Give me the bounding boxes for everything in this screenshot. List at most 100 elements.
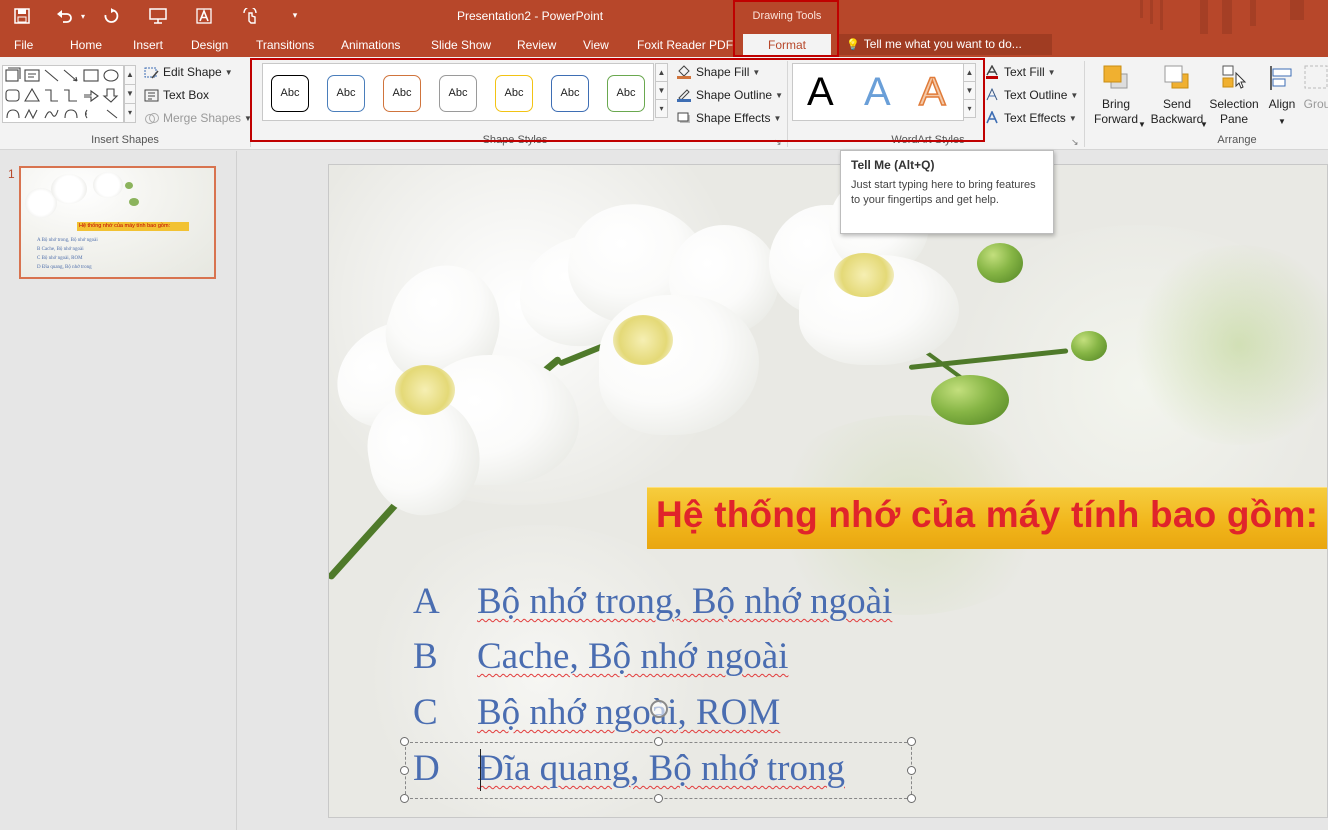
wordart-styles-dialog-launcher-icon[interactable]: ↘ (1071, 137, 1079, 148)
tab-review[interactable]: Review (517, 38, 556, 52)
resize-handle[interactable] (654, 737, 663, 746)
bring-forward-button[interactable]: Bring Forward ▼ (1088, 63, 1146, 131)
tab-view[interactable]: View (583, 38, 609, 52)
text-a-icon[interactable] (192, 4, 216, 28)
tell-me-search[interactable]: 💡 Tell me what you want to do... (838, 34, 1052, 55)
selection-pane-button[interactable]: Selection Pane (1208, 63, 1260, 131)
merge-shapes-button[interactable]: Merge Shapes ▼ (143, 108, 252, 128)
shape-styles-scroll-down[interactable]: ▼ (655, 81, 668, 100)
wordart-sample-orange-outline[interactable]: A (918, 69, 946, 115)
resize-handle[interactable] (907, 737, 916, 746)
text-cursor (480, 749, 481, 791)
shapes-scroll-down[interactable]: ▼ (124, 84, 136, 104)
wordart-sample-blue[interactable]: A (864, 70, 891, 114)
dropdown-arrow-icon: ▼ (1138, 120, 1146, 129)
title-decoration (1200, 0, 1208, 34)
send-backward-button[interactable]: Send Backward ▼ (1146, 63, 1208, 131)
tab-home[interactable]: Home (70, 38, 102, 52)
orchid-center (613, 315, 673, 365)
selection-pane-icon (1219, 63, 1249, 93)
resize-handle[interactable] (654, 794, 663, 803)
thumbnail-bud (125, 182, 133, 189)
shape-outline-button[interactable]: Shape Outline ▼ (676, 85, 783, 105)
wordart-scroll-up[interactable]: ▲ (963, 63, 976, 82)
tab-foxit-reader-pdf[interactable]: Foxit Reader PDF (637, 38, 733, 52)
resize-handle[interactable] (907, 794, 916, 803)
tab-insert[interactable]: Insert (133, 38, 163, 52)
slide-canvas[interactable]: Hệ thống nhớ của máy tính bao gồm: A Bộ … (328, 164, 1328, 818)
thumbnail-flower (93, 172, 123, 198)
text-fill-button[interactable]: Text Fill ▼ (984, 62, 1056, 82)
undo-icon[interactable] (52, 4, 78, 28)
wordart-scroll-down[interactable]: ▼ (963, 81, 976, 100)
shapes-gallery-more[interactable]: ▾ (124, 103, 136, 123)
pencil-icon (676, 88, 692, 102)
resize-handle[interactable] (400, 737, 409, 746)
text-box-label: Text Box (163, 88, 210, 102)
text-box-button[interactable]: Text Box (143, 85, 209, 105)
shapes-scroll-up[interactable]: ▲ (124, 65, 136, 85)
present-icon[interactable] (146, 4, 170, 28)
shape-style-preset[interactable]: Abc (607, 75, 645, 112)
tooltip-title: Tell Me (Alt+Q) (851, 158, 935, 172)
shape-styles-more[interactable]: ▾ (655, 99, 668, 118)
text-effects-button[interactable]: Text Effects ▼ (984, 108, 1077, 128)
shape-style-preset[interactable]: Abc (495, 75, 533, 112)
edit-shape-button[interactable]: Edit Shape ▼ (143, 62, 233, 82)
resize-handle[interactable] (400, 794, 409, 803)
shape-styles-scroll-up[interactable]: ▲ (655, 63, 668, 82)
group-button[interactable]: Grou (1302, 63, 1328, 131)
shape-style-preset[interactable]: Abc (439, 75, 477, 112)
shape-styles-gallery[interactable]: Abc Abc Abc Abc Abc Abc Abc (262, 63, 654, 121)
undo-dropdown-icon[interactable]: ▾ (78, 4, 88, 28)
shapes-gallery[interactable] (2, 65, 124, 123)
resize-handle[interactable] (907, 766, 916, 775)
wordart-sample-black[interactable]: A (807, 70, 834, 114)
option-letter: A (413, 581, 440, 622)
tell-me-tooltip: Tell Me (Alt+Q) Just start typing here t… (840, 150, 1054, 234)
thumbnail-option: C Bộ nhớ ngoài, ROM (37, 256, 83, 261)
title-decoration (1290, 0, 1304, 20)
dropdown-arrow-icon: ▼ (752, 67, 761, 77)
arrange-group-label: Arrange (1217, 134, 1257, 146)
tab-animations[interactable]: Animations (341, 38, 400, 52)
group-separator (250, 61, 251, 147)
rotate-handle-icon[interactable] (650, 700, 668, 718)
tab-transitions[interactable]: Transitions (256, 38, 314, 52)
shape-fill-label: Shape Fill (696, 65, 750, 79)
send-backward-label-line1: Send (1162, 97, 1192, 111)
tab-design[interactable]: Design (191, 38, 228, 52)
shape-outline-label: Shape Outline (696, 88, 773, 102)
text-outline-button[interactable]: Text Outline ▼ (984, 85, 1078, 105)
customize-qat-icon[interactable]: ▾ (286, 4, 304, 28)
save-icon[interactable] (10, 4, 34, 28)
shape-style-preset[interactable]: Abc (271, 75, 309, 112)
text-fill-icon (984, 65, 1000, 79)
shape-fill-button[interactable]: Shape Fill ▼ (676, 62, 760, 82)
tab-slide-show[interactable]: Slide Show (431, 38, 491, 52)
thumbnail-title: Hệ thống nhớ của máy tính bao gồm: (77, 222, 189, 231)
slide-title-box[interactable]: Hệ thống nhớ của máy tính bao gồm: (647, 487, 1327, 549)
orchid-center (834, 253, 894, 297)
slide-thumbnail[interactable]: Hệ thống nhớ của máy tính bao gồm: A Bộ … (19, 166, 216, 279)
shape-style-preset[interactable]: Abc (551, 75, 589, 112)
touch-mode-icon[interactable] (238, 4, 262, 28)
tab-format[interactable]: Format (743, 34, 831, 57)
dropdown-arrow-icon: ▼ (773, 113, 782, 123)
title-decoration (1160, 0, 1163, 30)
align-label: Align (1268, 97, 1296, 111)
wordart-gallery[interactable]: A A A (792, 63, 964, 121)
align-button[interactable]: Align ▼ (1264, 63, 1300, 131)
text-outline-label: Text Outline (1004, 88, 1068, 102)
shape-styles-dialog-launcher-icon[interactable]: ↘ (774, 137, 782, 148)
shape-style-preset[interactable]: Abc (327, 75, 365, 112)
dropdown-arrow-icon: ▼ (1047, 67, 1056, 77)
selected-text-box-outline[interactable] (405, 742, 912, 799)
redo-icon[interactable] (100, 4, 122, 28)
shape-effects-button[interactable]: Shape Effects ▼ (676, 108, 781, 128)
tab-file[interactable]: File (14, 38, 33, 52)
text-outline-icon (984, 88, 1000, 102)
wordart-more[interactable]: ▾ (963, 99, 976, 118)
resize-handle[interactable] (400, 766, 409, 775)
shape-style-preset[interactable]: Abc (383, 75, 421, 112)
